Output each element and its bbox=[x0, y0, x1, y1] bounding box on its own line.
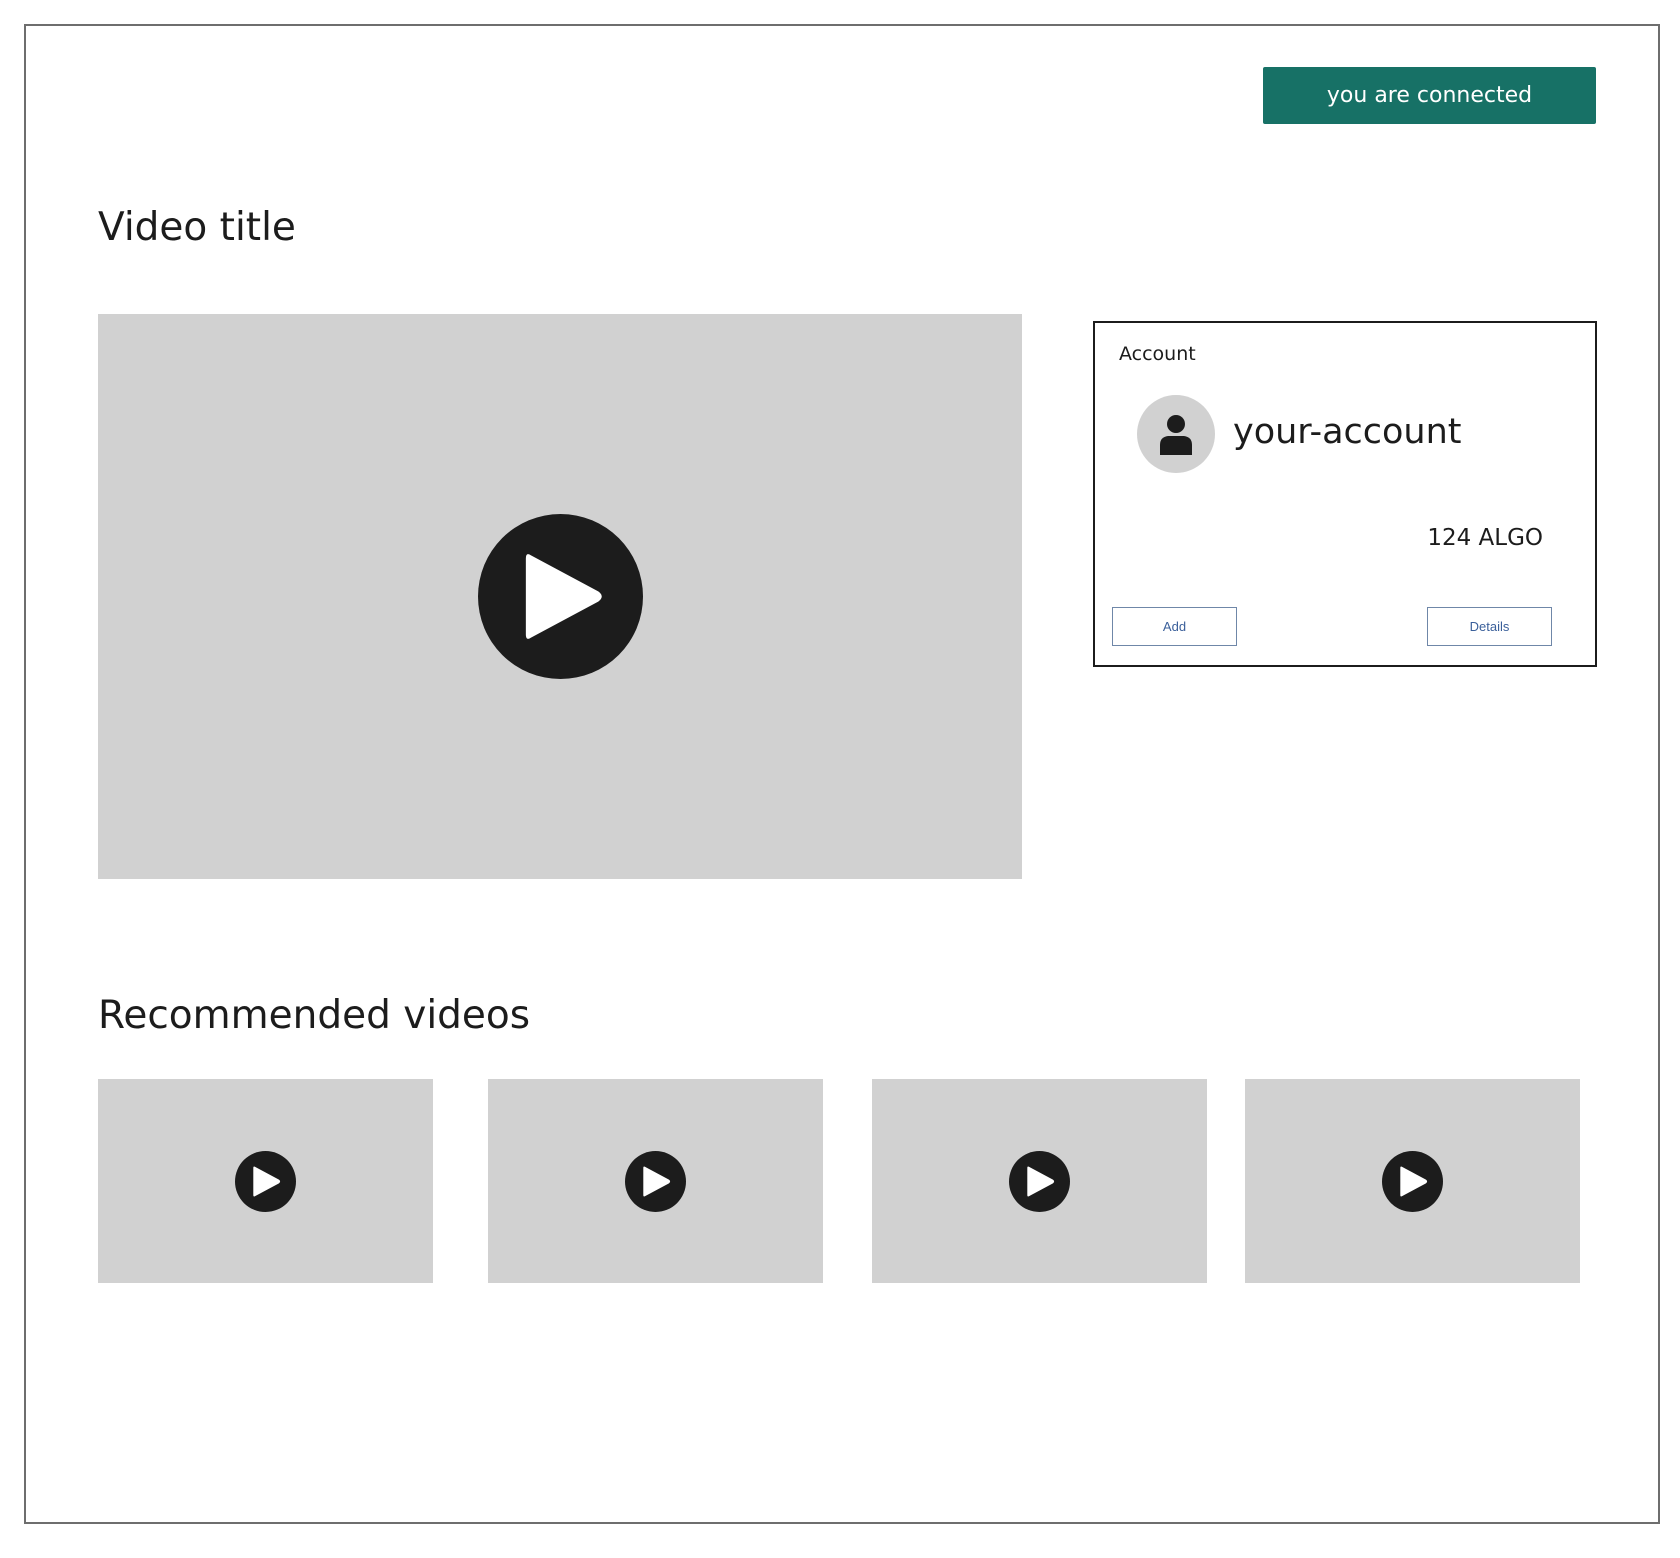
play-icon bbox=[1009, 1150, 1070, 1212]
recommended-video-thumbnail[interactable] bbox=[1245, 1079, 1580, 1283]
recommended-video-thumbnail[interactable] bbox=[488, 1079, 823, 1283]
add-button[interactable]: Add bbox=[1112, 607, 1237, 646]
account-card-label: Account bbox=[1119, 343, 1196, 365]
account-balance: 124 ALGO bbox=[1427, 525, 1543, 551]
user-icon bbox=[1160, 415, 1192, 455]
account-card: Account your-account 124 ALGO Add Detail… bbox=[1093, 321, 1597, 667]
play-icon bbox=[1382, 1150, 1443, 1212]
account-name: your-account bbox=[1233, 412, 1462, 452]
video-title: Video title bbox=[98, 205, 296, 250]
details-button[interactable]: Details bbox=[1427, 607, 1552, 646]
play-icon[interactable] bbox=[477, 514, 643, 679]
play-icon bbox=[625, 1150, 686, 1212]
recommended-video-thumbnail[interactable] bbox=[872, 1079, 1207, 1283]
recommended-videos-title: Recommended videos bbox=[98, 993, 531, 1038]
recommended-video-thumbnail[interactable] bbox=[98, 1079, 433, 1283]
play-icon bbox=[235, 1150, 296, 1212]
video-player[interactable] bbox=[98, 314, 1022, 879]
connection-status-button[interactable]: you are connected bbox=[1263, 67, 1596, 124]
avatar bbox=[1137, 395, 1215, 473]
